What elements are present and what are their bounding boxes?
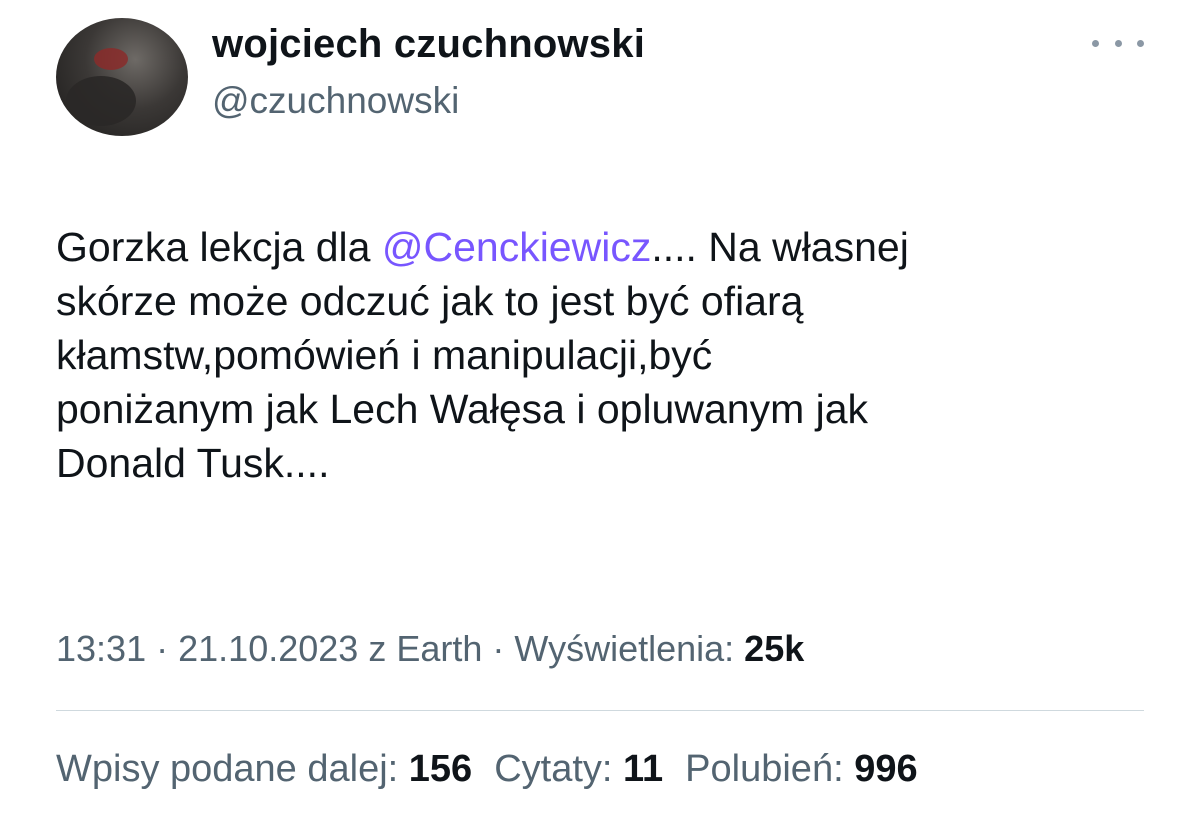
more-horizontal-icon [1137,39,1144,47]
tweet-text-line: kłamstw,pomówień i manipulacji,być [56,332,713,378]
views-count[interactable]: Wyświetlenia: 25k [514,628,804,669]
quotes-stat[interactable]: Cytaty: 11 [494,748,663,790]
tweet-source: z Earth [368,628,483,669]
likes-stat[interactable]: Polubień: 996 [685,748,917,790]
avatar-photo-shadow [66,76,136,126]
engagement-stats: Wpisy podane dalej: 156 Cytaty: 11 Polubie… [56,748,918,791]
more-options-button[interactable] [1092,28,1144,58]
more-horizontal-icon [1114,39,1122,47]
divider [56,710,1144,711]
tweet-text-line: Gorzka lekcja dla @Cenckiewicz.... Na wł… [56,224,909,270]
mention-link[interactable]: @Cenckiewicz [382,224,651,270]
avatar-photo-detail [94,48,128,70]
tweet-timestamp[interactable]: 13:31 · 21.10.2023 [56,628,358,669]
tweet-meta: 13:31 · 21.10.2023 z Earth · Wyświetleni… [56,628,805,669]
more-horizontal-icon [1092,39,1099,47]
author-display-name[interactable]: wojciech czuchnowski [212,22,645,67]
tweet-text-line: poniżanym jak Lech Wałęsa i opluwanym ja… [56,386,869,432]
tweet-text-line: Donald Tusk.... [56,440,330,486]
tweet-text: Gorzka lekcja dla @Cenckiewicz.... Na wł… [56,220,1146,490]
tweet-text-line: skórze może odczuć jak to jest być ofiar… [56,278,804,324]
avatar[interactable] [56,18,188,136]
reposts-stat[interactable]: Wpisy podane dalej: 156 [56,748,472,790]
author-handle[interactable]: @czuchnowski [212,80,459,122]
